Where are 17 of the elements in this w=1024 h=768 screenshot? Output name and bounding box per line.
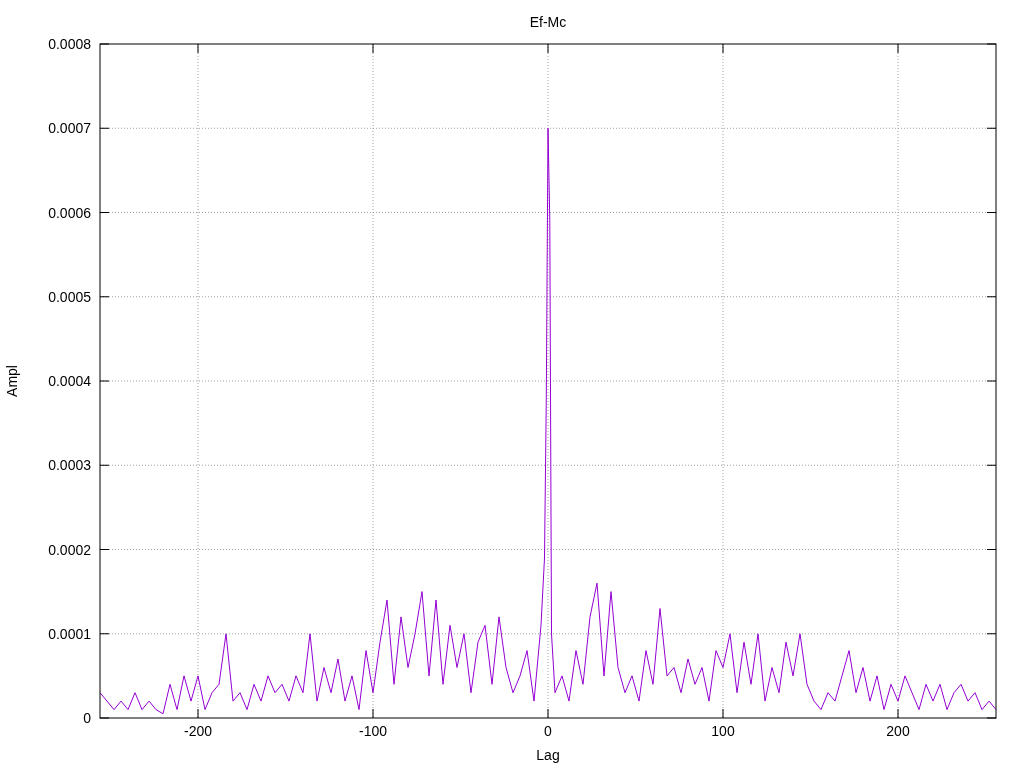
y-tick-label: 0 bbox=[83, 710, 91, 726]
x-tick-label: 200 bbox=[886, 723, 910, 739]
x-tick-label: -200 bbox=[184, 723, 212, 739]
y-tick-label: 0.0006 bbox=[48, 204, 91, 221]
x-tick-label: 100 bbox=[711, 723, 735, 739]
y-tick-label: 0.0008 bbox=[48, 36, 91, 52]
x-tick-label: 0 bbox=[544, 723, 552, 739]
y-tick-label: 0.0004 bbox=[48, 373, 91, 389]
y-tick-label: 0.0001 bbox=[48, 625, 91, 642]
x-tick-label: -100 bbox=[359, 723, 387, 739]
y-tick-label: 0.0003 bbox=[48, 457, 91, 474]
y-tick-label: 0.0005 bbox=[48, 288, 91, 305]
chart-title: Ef-Mc bbox=[529, 14, 567, 30]
y-axis-label: Ampl bbox=[4, 365, 20, 397]
x-axis-label: Lag bbox=[536, 747, 560, 763]
y-tick-label: 0.0007 bbox=[48, 120, 91, 137]
y-tick-label: 0.0002 bbox=[48, 541, 91, 558]
